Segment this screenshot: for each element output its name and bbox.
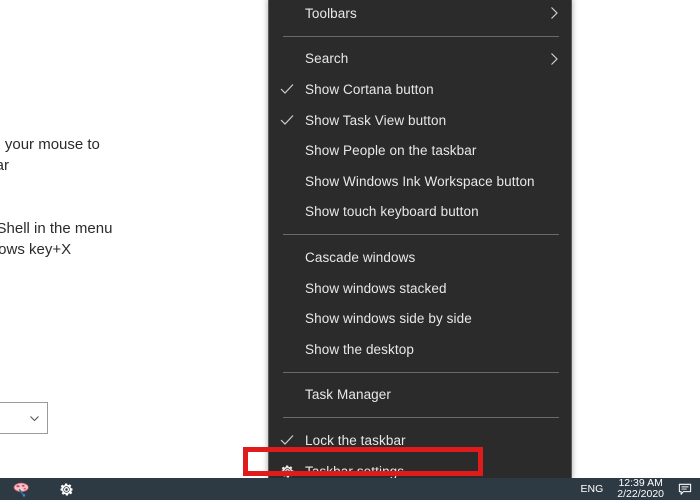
menu-item-label: Show People on the taskbar <box>305 143 477 159</box>
menu-group-toolbars: Toolbars <box>269 0 571 29</box>
checkmark-icon <box>269 114 305 126</box>
document-paragraph-2-line-1: owerShell in the menu <box>0 220 113 237</box>
menu-item-label: Show windows stacked <box>305 280 447 296</box>
tray-clock[interactable]: 12:39 AM 2/22/2020 <box>611 478 670 500</box>
system-tray[interactable]: ENG 12:39 AM 2/22/2020 <box>573 478 700 500</box>
notification-icon[interactable] <box>670 483 700 496</box>
tray-language-indicator[interactable]: ENG <box>573 483 612 495</box>
menu-group-task-manager: Task Manager <box>269 380 571 411</box>
menu-group-window-arrangement: Cascade windows Show windows stacked Sho… <box>269 242 571 364</box>
screen: le move your mouse to askbar owerShell i… <box>0 0 700 500</box>
settings-gear-icon[interactable] <box>44 478 88 500</box>
menu-item-show-the-desktop[interactable]: Show the desktop <box>269 334 571 365</box>
menu-separator <box>283 35 559 37</box>
menu-item-label: Cascade windows <box>305 249 416 265</box>
menu-item-show-people-on-the-taskbar[interactable]: Show People on the taskbar <box>269 135 571 166</box>
checkmark-icon <box>269 434 305 446</box>
document-paragraph-2-line-2: Windows key+X <box>0 241 72 258</box>
menu-separator <box>283 234 559 236</box>
menu-item-task-manager[interactable]: Task Manager <box>269 380 571 411</box>
chevron-down-icon <box>29 413 40 424</box>
document-paragraph-2: owerShell in the menu Windows key+X <box>0 218 112 260</box>
menu-item-label: Show Task View button <box>305 112 447 128</box>
gear-icon <box>269 464 305 478</box>
dropdown-combobox[interactable] <box>0 402 48 434</box>
menu-group-show-options: Search Show Cortana button Show Task Vie… <box>269 44 571 228</box>
menu-item-show-touch-keyboard-button[interactable]: Show touch keyboard button <box>269 197 571 228</box>
document-paragraph-1-line-2: askbar <box>0 157 10 174</box>
menu-item-taskbar-settings[interactable]: Taskbar settings <box>269 456 571 479</box>
menu-item-lock-the-taskbar[interactable]: Lock the taskbar <box>269 425 571 456</box>
menu-item-cascade-windows[interactable]: Cascade windows <box>269 242 571 273</box>
menu-item-show-windows-stacked[interactable]: Show windows stacked <box>269 273 571 304</box>
windows-taskbar[interactable]: ENG 12:39 AM 2/22/2020 <box>0 478 700 500</box>
menu-item-label: Show touch keyboard button <box>305 204 479 220</box>
menu-item-label: Show windows side by side <box>305 311 472 327</box>
menu-separator <box>283 417 559 419</box>
menu-item-label: Show Cortana button <box>305 81 434 97</box>
document-paragraph-1-line-1: move your mouse to <box>0 136 100 153</box>
menu-item-show-windows-side-by-side[interactable]: Show windows side by side <box>269 303 571 334</box>
menu-item-label: Search <box>305 51 349 67</box>
menu-separator <box>283 371 559 373</box>
menu-item-search[interactable]: Search <box>269 44 571 75</box>
chevron-right-icon <box>537 6 571 20</box>
menu-item-label: Taskbar settings <box>305 463 405 479</box>
menu-item-label: Show Windows Ink Workspace button <box>305 173 535 189</box>
tray-clock-date: 2/22/2020 <box>617 488 664 500</box>
document-paragraph-1: move your mouse to askbar <box>0 134 100 176</box>
menu-item-label: Task Manager <box>305 387 391 403</box>
menu-item-label: Show the desktop <box>305 341 414 357</box>
menu-item-show-windows-ink-workspace-button[interactable]: Show Windows Ink Workspace button <box>269 166 571 197</box>
paint-icon[interactable] <box>0 478 44 500</box>
menu-item-label: Lock the taskbar <box>305 432 406 448</box>
menu-item-toolbars[interactable]: Toolbars <box>269 0 571 29</box>
menu-item-show-task-view-button[interactable]: Show Task View button <box>269 105 571 136</box>
checkmark-icon <box>269 83 305 95</box>
chevron-right-icon <box>537 52 571 66</box>
menu-item-label: Toolbars <box>305 5 357 21</box>
menu-group-taskbar-settings: Lock the taskbar Taskbar settings <box>269 425 571 479</box>
menu-item-show-cortana-button[interactable]: Show Cortana button <box>269 74 571 105</box>
taskbar-context-menu[interactable]: Toolbars Search Show Cortana button Show… <box>268 0 572 479</box>
